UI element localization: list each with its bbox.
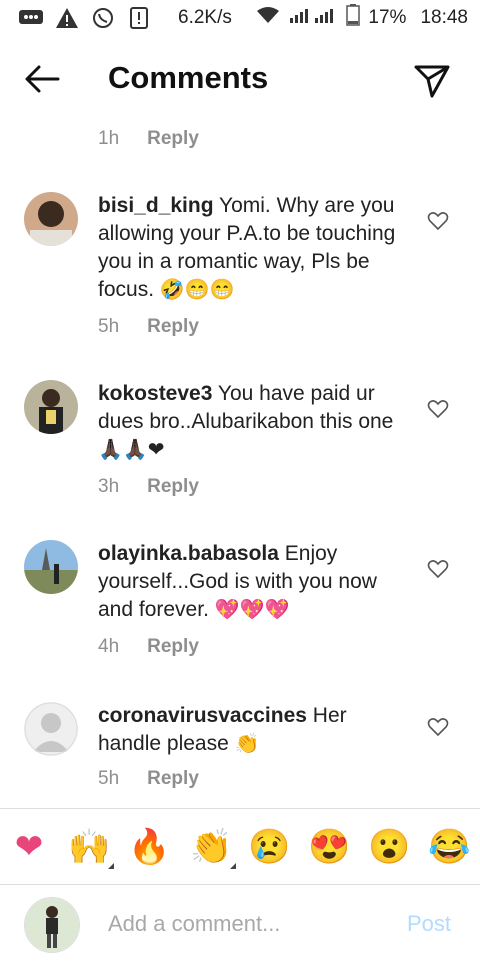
reaction-clap-label: 👏	[190, 828, 233, 866]
reaction-clap[interactable]: 👏	[190, 827, 236, 869]
reaction-surprised[interactable]: 😮	[368, 827, 410, 867]
comment-username[interactable]: bisi_d_king	[98, 194, 214, 217]
comment-emojis: 🙏🏿🙏🏿❤	[98, 439, 165, 461]
clock: 18:48	[420, 7, 468, 28]
comment-meta: 1h Reply	[98, 128, 199, 150]
comment-composer: Post	[0, 884, 480, 961]
reply-button[interactable]: Reply	[147, 636, 199, 658]
reaction-raised-hands[interactable]: 🙌	[68, 827, 114, 869]
add-comment-input[interactable]	[108, 909, 388, 939]
my-avatar	[24, 897, 80, 953]
avatar[interactable]	[24, 380, 78, 434]
network-speed: 6.2K/s	[178, 7, 232, 28]
comment-text: olayinka.babasola Enjoy yourself...God i…	[98, 540, 398, 624]
reaction-heart[interactable]: ❤	[8, 827, 50, 867]
comment-time: 5h	[98, 316, 120, 337]
reaction-laughing[interactable]: 😂	[428, 827, 470, 867]
reply-button[interactable]: Reply	[147, 128, 199, 150]
reply-button[interactable]: Reply	[147, 316, 199, 338]
like-button[interactable]	[427, 716, 449, 738]
comment-username[interactable]: kokosteve3	[98, 382, 212, 405]
reply-button[interactable]: Reply	[147, 476, 199, 498]
heart-outline-icon	[427, 400, 449, 419]
signal-icon	[288, 6, 338, 30]
comment-username[interactable]: olayinka.babasola	[98, 542, 279, 565]
battery-level: 17%	[368, 7, 407, 28]
back-arrow-icon	[25, 65, 60, 93]
reaction-raised-hands-label: 🙌	[68, 828, 111, 866]
post-button[interactable]: Post	[407, 911, 451, 937]
like-button[interactable]	[427, 398, 449, 420]
reaction-crying[interactable]: 😢	[248, 827, 290, 867]
skin-tone-indicator	[108, 863, 114, 869]
comment-emojis: 💖💖💖	[214, 599, 290, 621]
comment-text: bisi_d_king Yomi. Why are you allowing y…	[98, 192, 398, 304]
like-button[interactable]	[427, 210, 449, 232]
comment-meta: 3h Reply	[98, 476, 199, 498]
send-icon	[414, 65, 450, 98]
comment-time: 1h	[98, 128, 120, 149]
reaction-heart-eyes[interactable]: 😍	[308, 827, 350, 867]
alert-icon	[126, 7, 152, 29]
battery-icon	[346, 4, 361, 32]
comment-meta: 5h Reply	[98, 768, 199, 790]
back-button[interactable]	[22, 62, 62, 96]
comment-meta: 4h Reply	[98, 636, 199, 658]
wifi-icon	[256, 6, 280, 30]
heart-outline-icon	[427, 212, 449, 231]
avatar[interactable]	[24, 192, 78, 246]
comment-time: 5h	[98, 768, 120, 789]
messages-icon	[18, 7, 44, 29]
comment-time: 4h	[98, 636, 120, 657]
emoji-reaction-bar: ❤ 🙌 🔥 👏 😢 😍 😮 😂	[0, 808, 480, 887]
page-title: Comments	[108, 60, 269, 95]
like-button[interactable]	[427, 558, 449, 580]
comment-text: kokosteve3 You have paid ur dues bro..Al…	[98, 380, 398, 464]
comment-time: 3h	[98, 476, 120, 497]
avatar[interactable]	[24, 702, 78, 756]
comment-emojis: 👏	[234, 733, 260, 755]
comment-meta: 5h Reply	[98, 316, 199, 338]
skin-tone-indicator	[230, 863, 236, 869]
avatar[interactable]	[24, 540, 78, 594]
warning-icon	[54, 7, 80, 29]
reaction-fire[interactable]: 🔥	[128, 827, 170, 867]
heart-outline-icon	[427, 560, 449, 579]
share-button[interactable]	[412, 60, 452, 100]
status-bar: 6.2K/s 17% 18:48	[0, 0, 480, 36]
whatsapp-icon	[90, 7, 116, 29]
comment-username[interactable]: coronavirusvaccines	[98, 704, 307, 727]
comment-emojis: 🤣😁😁	[159, 279, 235, 301]
reply-button[interactable]: Reply	[147, 768, 199, 790]
comment-text: coronavirusvaccines Her handle please 👏	[98, 702, 398, 758]
header: Comments	[0, 48, 480, 112]
heart-outline-icon	[427, 718, 449, 737]
